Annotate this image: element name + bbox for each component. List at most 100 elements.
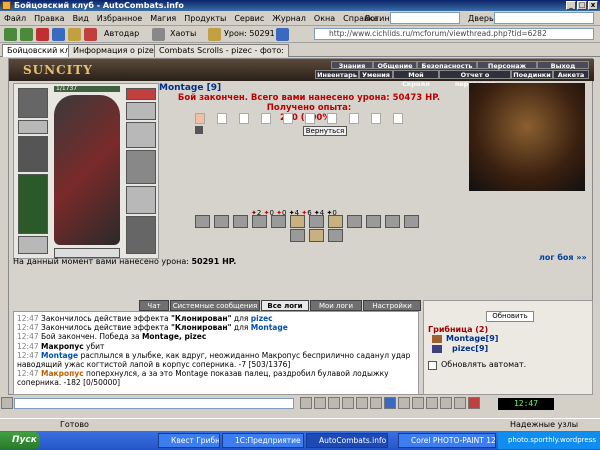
tab-info-pizec[interactable]: Информация о pizec [68, 44, 164, 57]
chat-user[interactable]: Макропус [41, 342, 84, 351]
nav-duels[interactable]: Поединки [511, 70, 553, 79]
earrings-slot[interactable] [18, 120, 48, 134]
ability-icon[interactable] [271, 215, 286, 228]
auto-refresh-checkbox[interactable] [428, 361, 437, 370]
menu-favorites[interactable]: Избранное [93, 11, 146, 26]
opponent-name[interactable]: Montage [9] [159, 83, 221, 93]
ability-icon[interactable] [195, 215, 210, 228]
nav-character[interactable]: Персонаж [477, 61, 537, 70]
gear-icon[interactable] [152, 28, 165, 41]
bag-icon[interactable] [440, 397, 452, 409]
chat-user[interactable]: Montage [41, 351, 78, 360]
tab-all-logs[interactable]: Все логи [261, 300, 309, 311]
ability-icon[interactable] [328, 215, 343, 228]
door-input[interactable] [494, 12, 594, 24]
tab-my-logs[interactable]: Мои логи [310, 300, 362, 311]
chat-user[interactable]: Montage [251, 323, 288, 332]
attack-icon[interactable] [468, 397, 480, 409]
menu-view[interactable]: Вид [69, 11, 93, 26]
nav-profile[interactable]: Анкета [553, 70, 589, 79]
smiley-icon[interactable] [328, 397, 340, 409]
chat-user[interactable]: pizec [251, 314, 273, 323]
boots-slot[interactable] [126, 216, 156, 254]
refresh-button[interactable]: Обновить [486, 311, 534, 322]
room-user[interactable]: Montage[9] [446, 334, 498, 343]
chat-user[interactable]: Макропус [41, 369, 84, 378]
address-bar[interactable]: http://www.cichlids.ru/mcforum/viewthrea… [314, 28, 594, 40]
menu-products[interactable]: Продукты [180, 11, 230, 26]
sword-icon[interactable] [208, 28, 221, 41]
ability-icon[interactable] [290, 215, 305, 228]
battle-log-link[interactable]: лог боя »» [539, 253, 587, 262]
legs-slot[interactable] [126, 186, 156, 214]
ability-icon[interactable] [309, 229, 324, 242]
forward-icon[interactable] [20, 28, 33, 41]
effects-slot[interactable] [126, 88, 156, 100]
exit-icon[interactable] [454, 397, 466, 409]
autodar-button[interactable]: Автодар [104, 29, 139, 38]
tab-combats-scrolls[interactable]: Combats Scrolls - pizec - фото: [154, 44, 289, 57]
tab-system-messages[interactable]: Системные сообщения [170, 300, 260, 311]
maximize-button[interactable]: □ [577, 1, 587, 10]
nav-exit[interactable]: Выход [537, 61, 589, 70]
menu-journal[interactable]: Журнал [268, 11, 310, 26]
ability-icon[interactable] [347, 215, 362, 228]
tab-chat[interactable]: Чат [139, 300, 169, 311]
ability-icon[interactable] [309, 215, 324, 228]
ability-icon[interactable] [290, 229, 305, 242]
ability-icon[interactable] [328, 229, 343, 242]
task-1c[interactable]: 1С:Предприятие - Бу... [222, 433, 304, 448]
back-button[interactable]: Вернуться [303, 126, 347, 136]
ability-icon[interactable] [214, 215, 229, 228]
menu-service[interactable]: Сервис [230, 11, 268, 26]
weapon-slot[interactable] [18, 136, 48, 172]
belt-slot[interactable] [18, 236, 48, 254]
login-input[interactable] [390, 12, 460, 24]
room-user[interactable]: pizec[9] [452, 344, 488, 353]
ability-icon[interactable] [404, 215, 419, 228]
nav-inventory[interactable]: Инвентарь [315, 70, 359, 79]
task-quest[interactable]: Квест Грибницы - Da... [158, 433, 220, 448]
menu-edit[interactable]: Правка [30, 11, 68, 26]
minimize-button[interactable]: _ [566, 1, 576, 10]
shield-slot[interactable] [126, 150, 156, 184]
scroll-icon[interactable] [398, 397, 410, 409]
nav-communication[interactable]: Общение [373, 61, 417, 70]
translit-icon[interactable] [342, 397, 354, 409]
refresh-icon[interactable] [52, 28, 65, 41]
nav-knowledge[interactable]: Знания [331, 61, 373, 70]
help-icon[interactable] [384, 397, 396, 409]
armor-slot[interactable] [18, 174, 48, 234]
settings-icon[interactable] [1, 397, 13, 409]
clear-icon[interactable] [314, 397, 326, 409]
tab-settings[interactable]: Настройки [363, 300, 421, 311]
ability-icon[interactable] [233, 215, 248, 228]
menu-file[interactable]: Файл [0, 11, 30, 26]
bracer-slot[interactable] [126, 102, 156, 120]
ability-icon[interactable] [252, 215, 267, 228]
chat-input[interactable] [14, 398, 294, 409]
start-button[interactable]: Пуск [0, 432, 40, 449]
ability-icon[interactable] [385, 215, 400, 228]
home-icon[interactable] [68, 28, 81, 41]
map-icon[interactable] [426, 397, 438, 409]
gloves-slot[interactable] [126, 122, 156, 148]
menu-magic[interactable]: Магия [146, 11, 180, 26]
nav-transfer-report[interactable]: Отчет о переводах [439, 70, 511, 88]
info-icon[interactable] [276, 28, 289, 41]
hautes-button[interactable]: Хаоты [170, 29, 196, 38]
nav-my-scroll[interactable]: Мой Скролл [393, 70, 439, 88]
nav-skills[interactable]: Умения [359, 70, 393, 79]
ability-icon[interactable] [366, 215, 381, 228]
task-autocombats[interactable]: AutoCombats.info [306, 433, 388, 448]
nav-security[interactable]: Безопасность [417, 61, 477, 70]
helmet-slot[interactable] [18, 88, 48, 118]
back-icon[interactable] [4, 28, 17, 41]
task-corel[interactable]: Corel PHOTO-PAINT 12 [398, 433, 496, 448]
stop-icon[interactable] [36, 28, 49, 41]
send-icon[interactable] [300, 397, 312, 409]
filter-icon[interactable] [370, 397, 382, 409]
close-button[interactable]: x [588, 1, 598, 10]
heal-icon[interactable] [84, 28, 97, 41]
friends-icon[interactable] [412, 397, 424, 409]
